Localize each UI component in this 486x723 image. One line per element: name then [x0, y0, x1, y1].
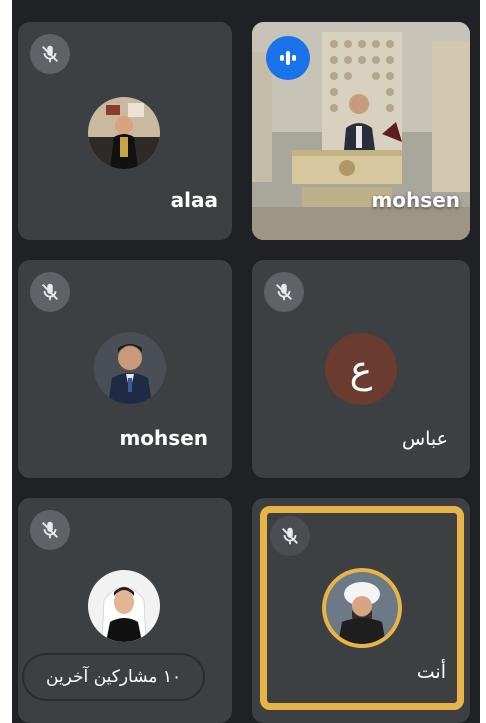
participant-tile-mohsen-video[interactable]: mohsen: [252, 22, 470, 240]
meeting-grid: alaa mohsen mohsen ع عباس أنت ١٠ مشاركين…: [12, 0, 480, 723]
speaking-icon: [266, 36, 310, 80]
participant-tile-mohsen[interactable]: mohsen: [18, 260, 232, 478]
mic-off-icon: [30, 34, 70, 74]
person-photo-icon: [94, 332, 166, 404]
participant-tile-abbas[interactable]: ع عباس: [252, 260, 470, 478]
mic-off-icon: [270, 516, 310, 556]
mic-off-icon: [264, 272, 304, 312]
person-photo-icon: [88, 570, 160, 642]
mic-off-icon: [30, 272, 70, 312]
participant-name: mohsen: [371, 188, 460, 212]
other-participants-button[interactable]: ١٠ مشاركين آخرين: [24, 655, 204, 699]
participant-name: mohsen: [119, 426, 208, 450]
other-participants-label: ١٠ مشاركين آخرين: [46, 667, 182, 687]
participant-name: أنت: [416, 661, 446, 683]
participant-name: عباس: [401, 428, 448, 450]
participant-name: alaa: [170, 188, 218, 212]
person-photo-icon: [326, 572, 398, 644]
letter-avatar: ع: [325, 333, 397, 405]
mic-off-icon: [30, 510, 70, 550]
person-photo-icon: [88, 97, 160, 169]
participant-tile-alaa[interactable]: alaa: [18, 22, 232, 240]
participant-tile-self[interactable]: أنت: [252, 498, 470, 723]
